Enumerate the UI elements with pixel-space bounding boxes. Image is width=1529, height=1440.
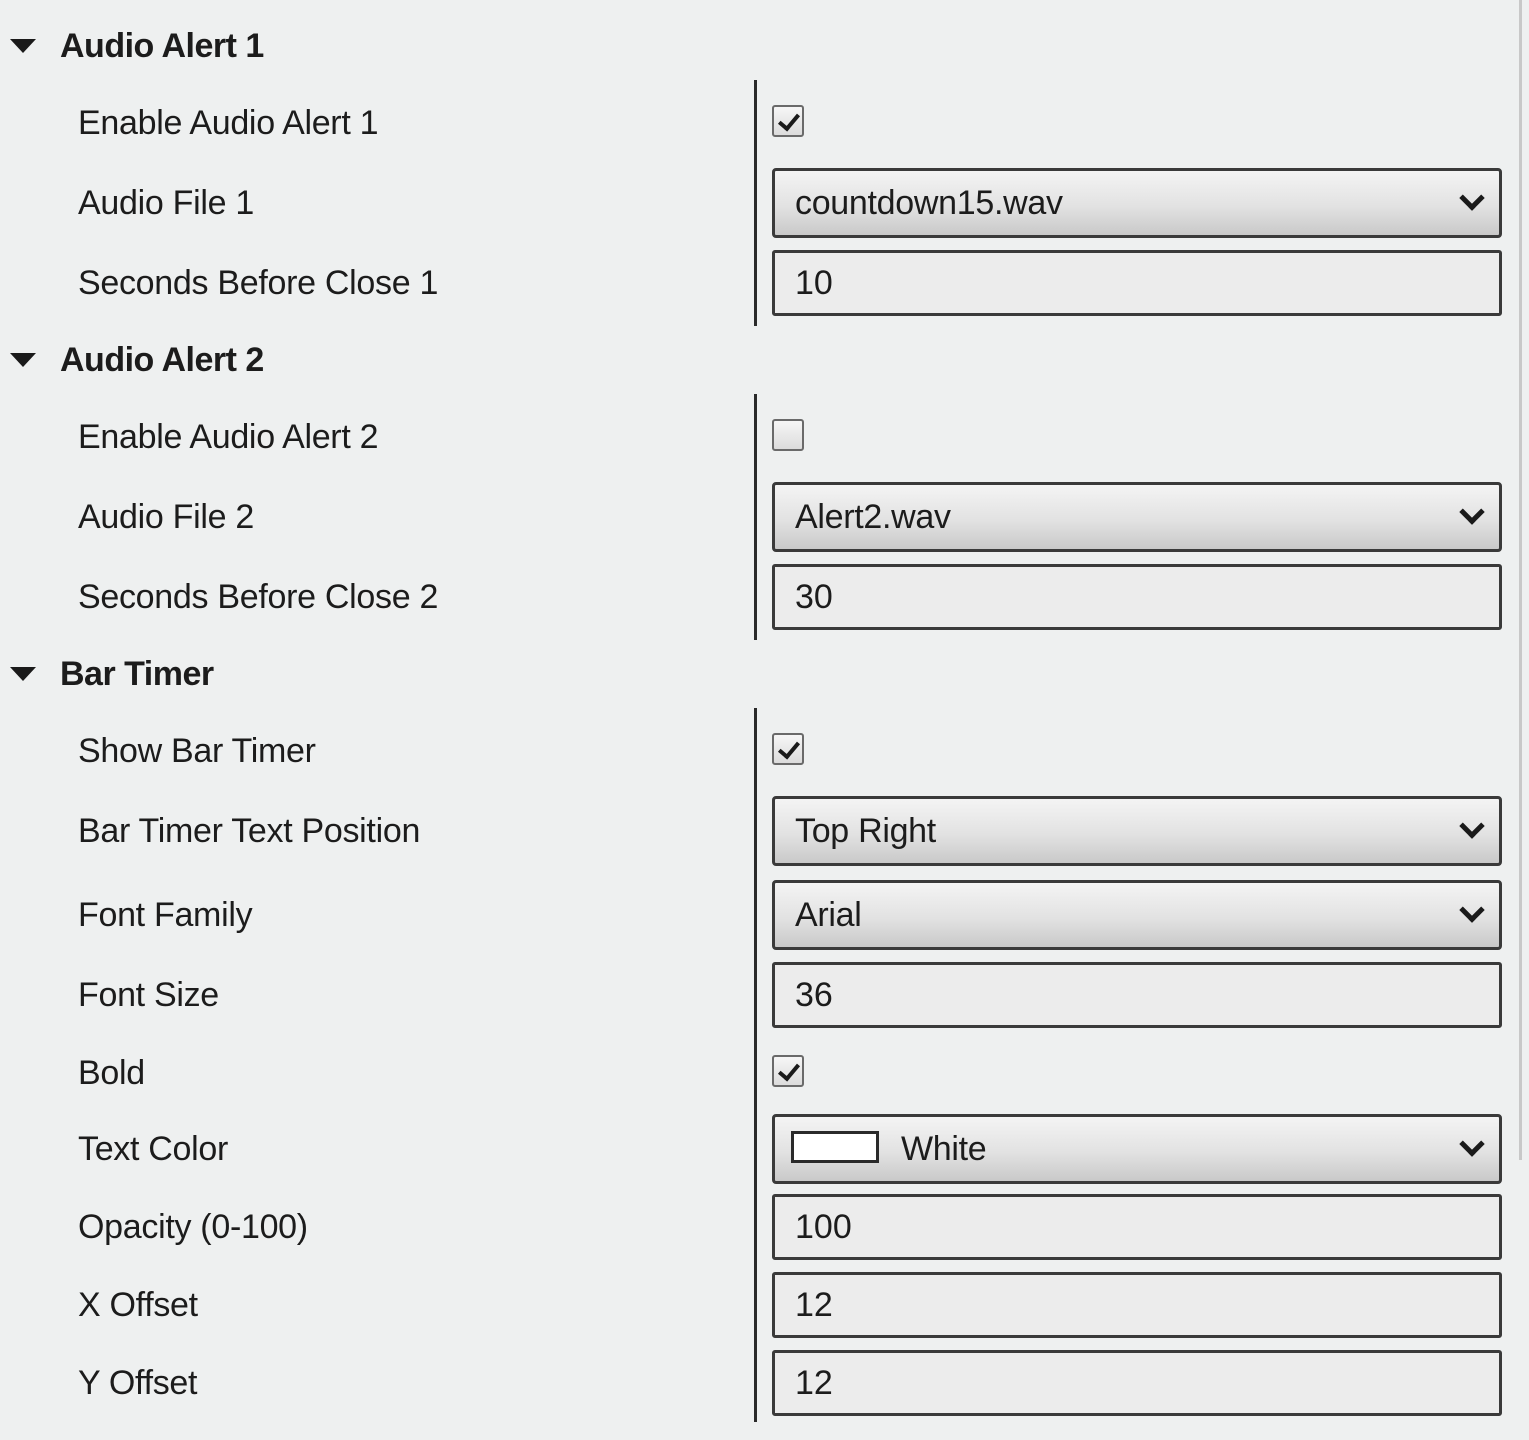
property-row-audio-file-1: Audio File 1 countdown15.wav — [0, 164, 1510, 242]
properties-panel: Audio Alert 1 Enable Audio Alert 1 Audio… — [0, 0, 1529, 1440]
property-label: Opacity (0-100) — [78, 1208, 308, 1246]
property-row-bar-timer-text-position: Bar Timer Text Position Top Right — [0, 792, 1510, 870]
panel-edge — [1519, 0, 1522, 1160]
section-title: Bar Timer — [60, 654, 214, 693]
text-color-select[interactable]: White — [772, 1114, 1502, 1184]
property-row-audio-file-2: Audio File 2 Alert2.wav — [0, 478, 1510, 556]
select-value: countdown15.wav — [795, 184, 1063, 222]
chevron-down-icon[interactable] — [1459, 813, 1485, 839]
property-label: Seconds Before Close 2 — [78, 578, 439, 616]
select-value: Top Right — [795, 812, 936, 850]
color-swatch — [791, 1131, 879, 1163]
y-offset-input[interactable] — [772, 1350, 1502, 1416]
bold-checkbox[interactable] — [772, 1055, 804, 1087]
property-row-enable-audio-alert-1: Enable Audio Alert 1 — [0, 84, 1510, 162]
audio-file-2-select[interactable]: Alert2.wav — [772, 482, 1502, 552]
property-label: Font Size — [78, 976, 219, 1014]
property-label: X Offset — [78, 1286, 198, 1324]
property-label: Text Color — [78, 1130, 229, 1168]
font-size-input[interactable] — [772, 962, 1502, 1028]
seconds-before-close-1-input[interactable] — [772, 250, 1502, 316]
bar-timer-text-position-select[interactable]: Top Right — [772, 796, 1502, 866]
caret-down-icon[interactable] — [10, 667, 36, 681]
property-row-font-size: Font Size — [0, 956, 1510, 1034]
caret-down-icon[interactable] — [10, 39, 36, 53]
property-row-y-offset: Y Offset — [0, 1344, 1510, 1422]
x-offset-input[interactable] — [772, 1272, 1502, 1338]
property-row-seconds-before-close-1: Seconds Before Close 1 — [0, 244, 1510, 322]
select-value: Alert2.wav — [795, 498, 951, 536]
property-row-text-color: Text Color White — [0, 1110, 1510, 1188]
section-title: Audio Alert 2 — [60, 340, 264, 379]
property-label: Show Bar Timer — [78, 732, 316, 770]
property-label: Seconds Before Close 1 — [78, 264, 439, 302]
chevron-down-icon[interactable] — [1459, 897, 1485, 923]
property-row-font-family: Font Family Arial — [0, 876, 1510, 954]
property-row-enable-audio-alert-2: Enable Audio Alert 2 — [0, 398, 1510, 476]
property-label: Y Offset — [78, 1364, 198, 1402]
enable-audio-alert-2-checkbox[interactable] — [772, 419, 804, 451]
property-label: Audio File 2 — [78, 498, 254, 536]
opacity-input[interactable] — [772, 1194, 1502, 1260]
property-label: Enable Audio Alert 1 — [78, 104, 379, 142]
seconds-before-close-2-input[interactable] — [772, 564, 1502, 630]
property-row-bold: Bold — [0, 1034, 1510, 1112]
property-row-x-offset: X Offset — [0, 1266, 1510, 1344]
chevron-down-icon[interactable] — [1459, 499, 1485, 525]
property-label: Audio File 1 — [78, 184, 254, 222]
section-title: Audio Alert 1 — [60, 26, 264, 65]
property-label: Bar Timer Text Position — [78, 812, 421, 850]
property-label: Font Family — [78, 896, 253, 934]
audio-file-1-select[interactable]: countdown15.wav — [772, 168, 1502, 238]
enable-audio-alert-1-checkbox[interactable] — [772, 105, 804, 137]
show-bar-timer-checkbox[interactable] — [772, 733, 804, 765]
property-row-show-bar-timer: Show Bar Timer — [0, 712, 1510, 790]
chevron-down-icon[interactable] — [1459, 1131, 1485, 1157]
caret-down-icon[interactable] — [10, 353, 36, 367]
property-row-seconds-before-close-2: Seconds Before Close 2 — [0, 558, 1510, 636]
select-value: Arial — [795, 896, 862, 934]
property-row-opacity: Opacity (0-100) — [0, 1188, 1510, 1266]
property-label: Bold — [78, 1054, 145, 1092]
property-label: Enable Audio Alert 2 — [78, 418, 379, 456]
select-value: White — [901, 1130, 987, 1168]
chevron-down-icon[interactable] — [1459, 185, 1485, 211]
font-family-select[interactable]: Arial — [772, 880, 1502, 950]
